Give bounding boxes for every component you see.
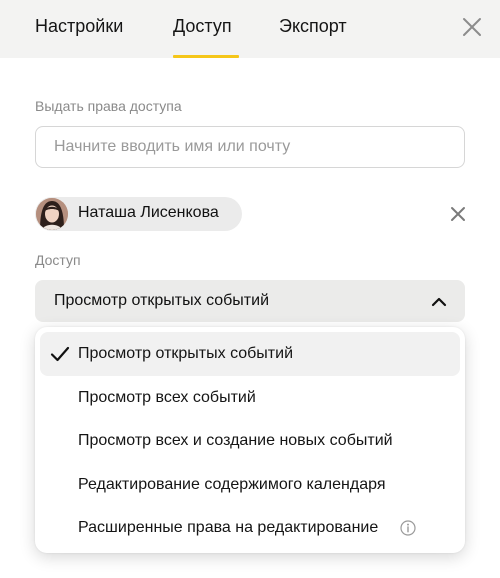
active-tab-indicator <box>173 55 239 58</box>
access-option-label: Просмотр всех и создание новых событий <box>78 432 393 449</box>
access-option-label: Расширенные права на редактирование <box>78 519 379 536</box>
access-option[interactable]: Просмотр открытых событий <box>40 332 460 376</box>
access-select[interactable]: Просмотр открытых событий <box>35 280 465 322</box>
access-option[interactable]: Расширенные права на редактирование <box>40 506 460 550</box>
access-option-label: Просмотр всех событий <box>78 389 256 406</box>
access-option[interactable]: Просмотр всех событий <box>40 376 460 420</box>
access-dropdown: Просмотр открытых событий Просмотр всех … <box>35 327 465 553</box>
info-icon[interactable] <box>400 520 416 536</box>
chevron-up-icon <box>431 297 447 307</box>
person-chip[interactable]: Наташа Лисенкова <box>35 197 242 231</box>
dialog-header: Настройки Доступ Экспорт <box>0 0 500 58</box>
tab-settings[interactable]: Настройки <box>35 15 123 37</box>
share-label: Выдать права доступа <box>35 98 182 114</box>
tab-access[interactable]: Доступ <box>173 15 232 37</box>
access-label: Доступ <box>35 252 81 268</box>
access-select-value: Просмотр открытых событий <box>54 292 270 309</box>
access-option-label: Редактирование содержимого календаря <box>78 476 386 493</box>
access-option-label: Просмотр открытых событий <box>78 345 294 362</box>
tab-export[interactable]: Экспорт <box>279 15 347 37</box>
close-icon[interactable] <box>460 15 484 39</box>
access-option[interactable]: Просмотр всех и создание новых событий <box>40 419 460 463</box>
access-option[interactable]: Редактирование содержимого календаря <box>40 463 460 507</box>
person-name: Наташа Лисенкова <box>78 204 219 221</box>
avatar <box>36 198 68 230</box>
search-input[interactable] <box>35 126 465 168</box>
remove-icon[interactable] <box>448 204 468 224</box>
check-icon <box>50 346 70 362</box>
